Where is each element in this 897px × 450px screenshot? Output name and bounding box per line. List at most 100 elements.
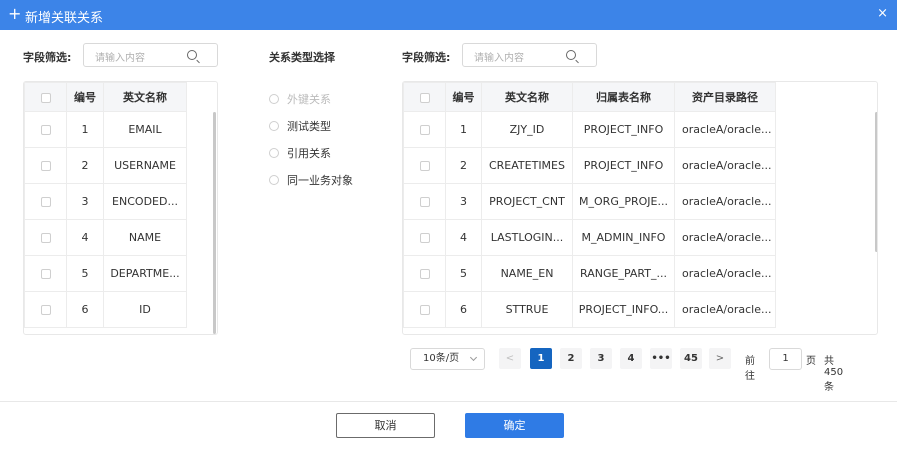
table-row[interactable]: 3 ENCODED... (24, 183, 187, 220)
left-filter-label: 字段筛选: (23, 51, 72, 64)
relation-option[interactable]: 引用关系 (269, 139, 353, 166)
row-path: oracleA/oracle... (674, 255, 776, 292)
page-size-value: 10条/页 (423, 353, 460, 364)
row-path: oracleA/oracle... (674, 111, 776, 148)
cancel-button[interactable]: 取消 (336, 413, 435, 438)
total-count: 共 450 条 (824, 356, 844, 393)
table-row[interactable]: 4 LASTLOGIN... M_ADMIN_INFO oracleA/oracle.… (403, 219, 776, 256)
row-path: oracleA/oracle... (674, 183, 776, 220)
row-checkbox[interactable] (403, 219, 446, 256)
table-row[interactable]: 3 PROJECT_CNT M_ORG_PROJE... oracleA/oracle… (403, 183, 776, 220)
table-row[interactable]: 4 NAME (24, 219, 187, 256)
table-row[interactable]: 2 CREATETIMES PROJECT_INFO oracleA/oracle..… (403, 147, 776, 184)
page-button[interactable]: 45 (680, 348, 702, 369)
row-name: NAME (103, 219, 187, 256)
select-all-checkbox[interactable] (24, 82, 67, 112)
row-name: NAME_EN (481, 255, 573, 292)
row-name: ENCODED... (103, 183, 187, 220)
row-no: 2 (445, 147, 482, 184)
table-row[interactable]: 6 ID (24, 291, 187, 328)
row-name: USERNAME (103, 147, 187, 184)
row-no: 3 (445, 183, 482, 220)
page-size-select[interactable]: 10条/页 (410, 348, 485, 370)
row-no: 4 (66, 219, 104, 256)
row-name: EMAIL (103, 111, 187, 148)
row-checkbox[interactable] (403, 183, 446, 220)
column-header-name: 英文名称 (481, 82, 573, 112)
relation-option-label: 测试类型 (287, 119, 331, 133)
row-checkbox[interactable] (403, 111, 446, 148)
row-no: 6 (445, 291, 482, 328)
row-path: oracleA/oracle... (674, 291, 776, 328)
next-page-button[interactable]: > (709, 348, 731, 369)
radio-icon (269, 93, 279, 104)
row-no: 1 (445, 111, 482, 148)
confirm-button[interactable]: 确定 (465, 413, 564, 438)
plus-icon: + (8, 4, 22, 23)
row-checkbox[interactable] (24, 183, 67, 220)
row-checkbox[interactable] (24, 255, 67, 292)
row-path: oracleA/oracle... (674, 147, 776, 184)
table-row[interactable]: 5 DEPARTME... (24, 255, 187, 292)
relation-option-label: 同一业务对象 (287, 173, 353, 187)
row-checkbox[interactable] (24, 291, 67, 328)
radio-icon (269, 147, 279, 158)
row-name: LASTLOGIN... (481, 219, 573, 256)
select-all-checkbox[interactable] (403, 82, 446, 112)
right-search-input[interactable]: 请输入内容 (462, 43, 597, 67)
row-no: 6 (66, 291, 104, 328)
page-button[interactable]: 2 (560, 348, 582, 369)
more-pages-button[interactable]: ••• (650, 348, 672, 369)
relation-option-label: 引用关系 (287, 146, 331, 160)
row-name: ID (103, 291, 187, 328)
row-checkbox[interactable] (24, 219, 67, 256)
row-checkbox[interactable] (403, 291, 446, 328)
relation-option: 外键关系 (269, 85, 353, 112)
search-icon[interactable] (187, 50, 197, 60)
relation-option[interactable]: 测试类型 (269, 112, 353, 139)
table-row[interactable]: 1 EMAIL (24, 111, 187, 148)
close-icon[interactable]: × (877, 6, 888, 21)
prev-page-button[interactable]: < (499, 348, 521, 369)
column-header-no: 编号 (66, 82, 104, 112)
row-name: ZJY_ID (481, 111, 573, 148)
left-search-input[interactable]: 请输入内容 (83, 43, 218, 67)
row-no: 3 (66, 183, 104, 220)
table-row[interactable]: 1 ZJY_ID PROJECT_INFO oracleA/oracle... (403, 111, 776, 148)
dialog-title: 新增关联关系 (25, 11, 104, 26)
footer-divider (0, 401, 897, 402)
left-scrollbar[interactable] (213, 112, 216, 334)
row-no: 5 (445, 255, 482, 292)
goto-suffix: 页 (806, 356, 816, 367)
search-icon[interactable] (566, 50, 576, 60)
relation-option-label: 外键关系 (287, 92, 331, 106)
row-path: oracleA/oracle... (674, 219, 776, 256)
table-row[interactable]: 2 USERNAME (24, 147, 187, 184)
column-header-name: 英文名称 (103, 82, 187, 112)
row-table: M_ORG_PROJE... (572, 183, 675, 220)
dialog-header: + 新增关联关系 × (0, 0, 897, 30)
row-table: M_ADMIN_INFO (572, 219, 675, 256)
column-header-table: 归属表名称 (572, 82, 675, 112)
right-field-table: 编号 英文名称 归属表名称 资产目录路径 1 ZJY_ID PROJECT_INFO… (402, 81, 878, 335)
page-button[interactable]: 3 (590, 348, 612, 369)
row-no: 2 (66, 147, 104, 184)
goto-page-input[interactable]: 1 (769, 348, 802, 370)
relation-type-label: 关系类型选择 (269, 51, 335, 64)
relation-option[interactable]: 同一业务对象 (269, 166, 353, 193)
row-checkbox[interactable] (403, 255, 446, 292)
row-checkbox[interactable] (24, 147, 67, 184)
row-name: STTRUE (481, 291, 573, 328)
row-table: RANGE_PART_... (572, 255, 675, 292)
right-scrollbar[interactable] (875, 112, 877, 252)
row-table: PROJECT_INFO... (572, 291, 675, 328)
table-row[interactable]: 6 STTRUE PROJECT_INFO... oracleA/oracle... (403, 291, 776, 328)
row-checkbox[interactable] (24, 111, 67, 148)
table-row[interactable]: 5 NAME_EN RANGE_PART_... oracleA/oracle... (403, 255, 776, 292)
page-button[interactable]: 4 (620, 348, 642, 369)
row-no: 4 (445, 219, 482, 256)
page-button[interactable]: 1 (530, 348, 552, 369)
relation-type-group: 外键关系测试类型引用关系同一业务对象 (269, 85, 353, 193)
row-name: DEPARTME... (103, 255, 187, 292)
row-checkbox[interactable] (403, 147, 446, 184)
